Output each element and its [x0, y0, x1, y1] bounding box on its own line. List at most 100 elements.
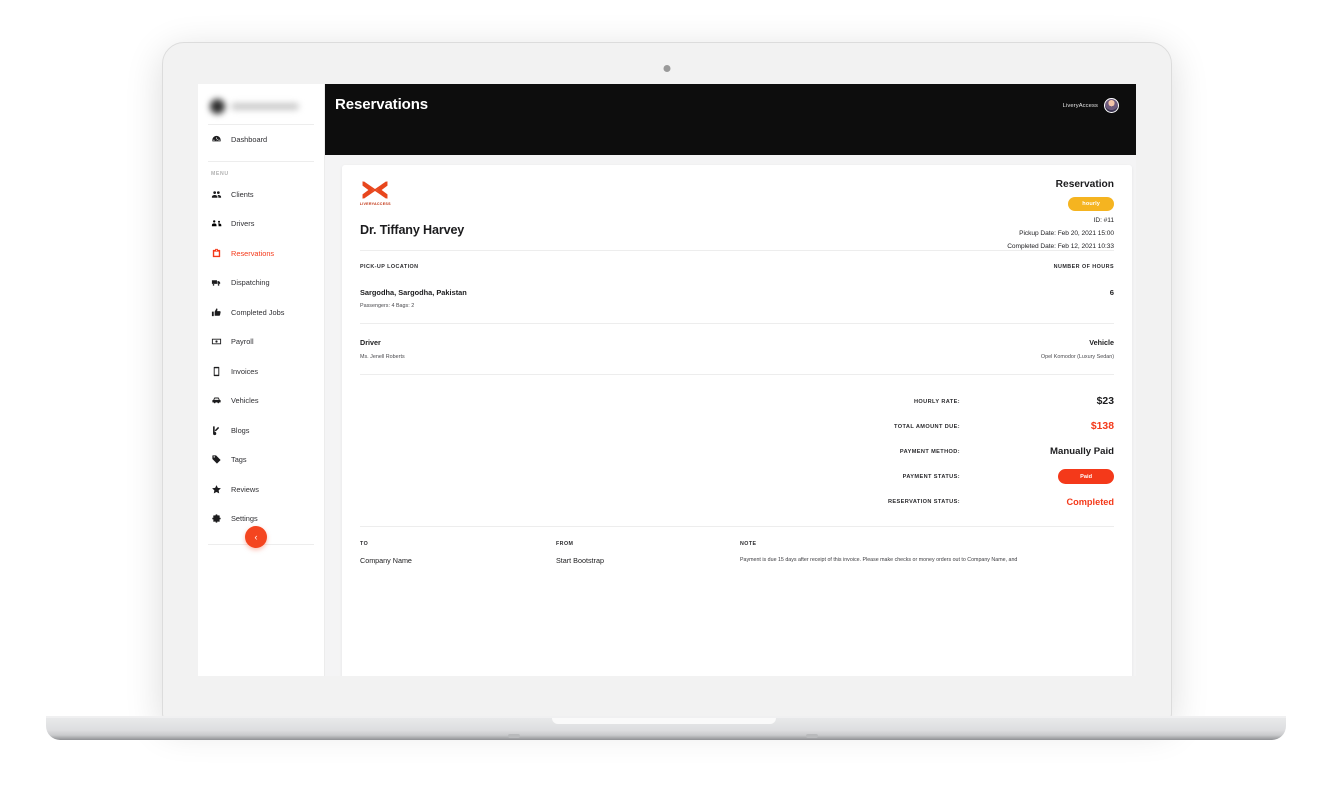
- sidebar-collapse-button[interactable]: ‹: [245, 526, 267, 548]
- laptop-foot-left: [508, 734, 520, 738]
- logo-wordmark: LIVERYACCESS: [359, 202, 391, 206]
- footer-note-block: NOTE Payment is due 15 days after receip…: [740, 541, 1114, 565]
- account-name: LiveryAccess: [1062, 102, 1098, 109]
- sidebar-item-label: Dashboard: [231, 135, 268, 145]
- total-row-hourly-rate: HOURLY RATE: $23: [360, 389, 1114, 414]
- sidebar-item-drivers[interactable]: Drivers: [198, 209, 324, 239]
- pickup-date: Pickup Date: Feb 20, 2021 15:00: [1019, 230, 1114, 237]
- sidebar-item-label: Settings: [231, 514, 258, 524]
- from-value: Start Bootstrap: [556, 556, 604, 565]
- sidebar-item-label: Dispatching: [231, 278, 270, 288]
- payment-status-label: PAYMENT STATUS:: [902, 473, 960, 480]
- gear-icon: [211, 513, 222, 524]
- vehicle-block: Vehicle Opel Komodor (Luxury Sedan): [1041, 338, 1114, 360]
- sidebar-item-label: Tags: [231, 455, 247, 465]
- sidebar-item-dashboard[interactable]: Dashboard: [198, 125, 324, 155]
- laptop-scene: Dashboard MENU Clients Drivers Reservati…: [0, 0, 1324, 808]
- drivers-icon: [211, 220, 222, 227]
- to-label: TO: [360, 541, 369, 547]
- sidebar-item-reviews[interactable]: Reviews: [198, 475, 324, 505]
- reservation-status-value: Completed: [1066, 496, 1114, 507]
- star-icon: [211, 484, 222, 495]
- reservation-id: ID: #11: [1093, 217, 1114, 224]
- sidebar-item-clients[interactable]: Clients: [198, 180, 324, 210]
- sidebar-item-payroll[interactable]: Payroll: [198, 327, 324, 357]
- car-icon: [211, 395, 222, 406]
- pickup-address: Sargodha, Sargodha, Pakistan: [360, 288, 467, 297]
- invoice-meta: Reservation hourly ID: #11 Pickup Date: …: [1007, 179, 1114, 250]
- sidebar: Dashboard MENU Clients Drivers Reservati…: [198, 84, 325, 676]
- sidebar-item-blogs[interactable]: Blogs: [198, 416, 324, 446]
- sidebar-item-label: Payroll: [231, 337, 254, 347]
- sidebar-section-label: MENU: [211, 170, 229, 177]
- payment-method-label: PAYMENT METHOD:: [899, 448, 960, 455]
- sidebar-item-completed-jobs[interactable]: Completed Jobs: [198, 298, 324, 328]
- page-title: Reservations: [335, 96, 429, 113]
- sidebar-item-vehicles[interactable]: Vehicles: [198, 386, 324, 416]
- note-label: NOTE: [740, 541, 757, 547]
- top-bar: Reservations LiveryAccess: [325, 84, 1136, 155]
- blog-icon: [211, 425, 222, 436]
- app-screen: Dashboard MENU Clients Drivers Reservati…: [198, 84, 1136, 676]
- total-row-payment-status: PAYMENT STATUS: Paid: [360, 464, 1114, 489]
- vehicle-label: Vehicle: [1089, 338, 1114, 347]
- brand-wordmark-placeholder: [231, 102, 299, 110]
- sidebar-item-reservations[interactable]: Reservations: [198, 239, 324, 269]
- liveryaccess-logo-icon: [362, 181, 388, 199]
- webcam-dot: [663, 65, 671, 72]
- payroll-icon: [211, 336, 222, 347]
- avatar[interactable]: [1104, 98, 1119, 113]
- reservations-icon: [211, 248, 222, 259]
- passengers-bags: Passengers: 4 Bags: 2: [360, 303, 415, 309]
- invoice-icon: [211, 366, 222, 377]
- total-row-amount-due: TOTAL AMOUNT DUE: $138: [360, 414, 1114, 439]
- sidebar-item-tags[interactable]: Tags: [198, 445, 324, 475]
- sidebar-item-label: Vehicles: [231, 396, 259, 406]
- account-area[interactable]: LiveryAccess: [1063, 84, 1119, 113]
- sidebar-item-invoices[interactable]: Invoices: [198, 357, 324, 387]
- sidebar-item-label: Blogs: [231, 425, 250, 435]
- clients-icon: [211, 189, 222, 200]
- number-of-hours-label: NUMBER OF HOURS: [1053, 264, 1114, 270]
- brand-logo-redacted[interactable]: [198, 84, 324, 118]
- footer-from-block: FROM Start Bootstrap: [556, 541, 740, 565]
- reservation-status-label: RESERVATION STATUS:: [887, 498, 960, 505]
- location-column-headers: PICK-UP LOCATION NUMBER OF HOURS: [360, 251, 1114, 270]
- completed-date: Completed Date: Feb 12, 2021 10:33: [1007, 243, 1114, 250]
- pickup-location-label: PICK-UP LOCATION: [360, 264, 419, 270]
- reservation-type-badge: hourly: [1068, 197, 1114, 211]
- driver-label: Driver: [360, 338, 381, 347]
- footer-to-block: TO Company Name: [360, 541, 556, 565]
- driver-name: Ms. Jenell Roberts: [360, 354, 405, 360]
- invoice-header: LIVERYACCESS Dr. Tiffany Harvey Reservat…: [360, 165, 1114, 250]
- number-of-hours-value: 6: [1109, 288, 1114, 297]
- total-amount-due-label: TOTAL AMOUNT DUE:: [894, 423, 960, 430]
- payment-status-badge: Paid: [1058, 469, 1114, 484]
- tag-icon: [211, 454, 222, 465]
- totals-section: HOURLY RATE: $23 TOTAL AMOUNT DUE: $138 …: [360, 375, 1114, 526]
- chevron-left-icon: ‹: [254, 531, 258, 542]
- sidebar-item-label: Reviews: [231, 484, 259, 494]
- main-content: Reservations LiveryAccess LIVERYACCESS D…: [325, 84, 1136, 676]
- client-name: Dr. Tiffany Harvey: [360, 223, 465, 237]
- total-amount-due-value: $138: [1090, 421, 1114, 432]
- reservation-invoice-card: LIVERYACCESS Dr. Tiffany Harvey Reservat…: [342, 165, 1132, 676]
- company-logo-block: LIVERYACCESS Dr. Tiffany Harvey: [360, 179, 464, 250]
- total-row-reservation-status: RESERVATION STATUS: Completed: [360, 489, 1114, 514]
- invoice-footer: TO Company Name FROM Start Bootstrap NOT…: [360, 527, 1114, 565]
- sidebar-item-label: Reservations: [231, 248, 275, 258]
- sidebar-item-label: Drivers: [231, 219, 255, 229]
- thumbs-up-icon: [211, 307, 222, 318]
- to-value: Company Name: [360, 556, 412, 565]
- laptop-foot-right: [806, 734, 818, 738]
- sidebar-item-label: Invoices: [231, 366, 259, 376]
- payment-status-value: Paid: [978, 469, 1114, 484]
- brand-mark-icon: [210, 98, 225, 114]
- driver-block: Driver Ms. Jenell Roberts: [360, 338, 405, 360]
- sidebar-item-dispatching[interactable]: Dispatching: [198, 268, 324, 298]
- sidebar-item-label: Clients: [231, 189, 254, 199]
- from-label: FROM: [556, 541, 574, 547]
- dashboard-icon: [211, 134, 222, 145]
- payment-method-value: Manually Paid: [1050, 446, 1114, 457]
- invoice-heading: Reservation: [1055, 179, 1114, 190]
